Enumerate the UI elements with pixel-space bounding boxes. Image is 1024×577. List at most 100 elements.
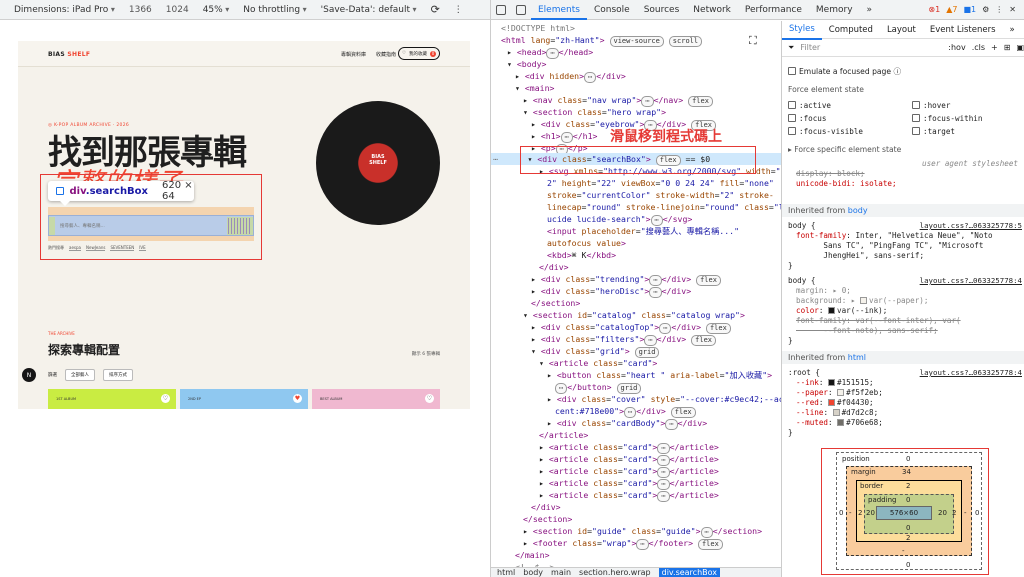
- dom-line[interactable]: 2" height="22" viewBox="0 0 24 24" fill=…: [547, 178, 774, 190]
- crumb[interactable]: html: [497, 568, 515, 577]
- dom-line[interactable]: ucide lucide-search"> ⋯ </svg>: [547, 214, 692, 226]
- dom-line[interactable]: ▸ <div hidden> ⋯ </div>: [515, 71, 626, 83]
- dom-line[interactable]: ▸ <h1> ⋯ </h1>: [531, 131, 597, 143]
- dom-line[interactable]: ▸ <button class="heart " aria-label="加入收…: [547, 370, 772, 382]
- tab-sources[interactable]: Sources: [637, 0, 687, 20]
- close-icon[interactable]: ✕: [1009, 5, 1016, 14]
- state-target[interactable]: :target: [912, 127, 955, 137]
- rule-root[interactable]: :root {: [788, 368, 820, 378]
- force-specific-state[interactable]: ▸ Force specific element state: [788, 145, 901, 155]
- dom-line[interactable]: </section>: [523, 514, 572, 526]
- album-card[interactable]: 2ND EP ♥: [180, 389, 308, 409]
- prop-font-family-struck[interactable]: font-family: var(--font-inter), var(: [796, 316, 961, 326]
- dom-line[interactable]: <input placeholder="搜尋藝人、專輯名稱...": [547, 226, 739, 238]
- dom-line[interactable]: ▸ <div class="trending"> ⋯ </div> flex: [531, 274, 721, 286]
- dom-line[interactable]: ▸ <article class="card"> ⋯ </article>: [539, 478, 719, 490]
- prop-font-family[interactable]: font-family: Inter, "Helvetica Neue", "N…: [796, 231, 993, 241]
- dom-line[interactable]: ▸ <article class="card"> ⋯ </article>: [539, 454, 719, 466]
- dom-line[interactable]: ▾ <section class="hero wrap">: [523, 107, 666, 119]
- var-red[interactable]: --red: #f04430;: [796, 398, 874, 408]
- dom-line[interactable]: ▸ <div class="cardBody"> ⋯ </div>: [547, 418, 707, 430]
- height-input[interactable]: 1024: [166, 5, 189, 15]
- dom-line[interactable]: ▸ <article class="card"> ⋯ </article>: [539, 466, 719, 478]
- rule-body-1[interactable]: body {: [788, 221, 815, 231]
- state-active[interactable]: :active: [788, 101, 831, 111]
- heart-icon[interactable]: ♥: [293, 394, 302, 403]
- dom-line[interactable]: ▸ <head> ⋯ </head>: [507, 47, 593, 59]
- dom-line[interactable]: ▸ <div class="catalogTop"> ⋯ </div> flex: [531, 322, 731, 334]
- artist-filter-select[interactable]: 全部藝人: [65, 369, 95, 381]
- dom-tree[interactable]: ⛶ <!DOCTYPE html> <html lang="zh-Hant"> …: [491, 21, 781, 567]
- width-input[interactable]: 1366: [129, 5, 152, 15]
- dom-line[interactable]: ▸ <div class="heroDisc"> ⋯ </div>: [531, 286, 691, 298]
- more-tabs[interactable]: »: [860, 0, 880, 20]
- nav-link-database[interactable]: 專輯資料庫: [341, 51, 366, 58]
- more-options-icon[interactable]: ⋮: [454, 5, 463, 15]
- settings-icon[interactable]: ⚙: [982, 5, 989, 14]
- dom-line[interactable]: ⋯ </button> grid: [555, 382, 642, 394]
- tab-computed[interactable]: Computed: [822, 21, 880, 39]
- dom-line[interactable]: </article>: [539, 430, 588, 442]
- dom-line[interactable]: ▾ <section id="catalog" class="catalog w…: [523, 310, 745, 322]
- device-toggle-icon[interactable]: [516, 4, 526, 15]
- dom-line[interactable]: </div>: [531, 502, 561, 514]
- state-hover[interactable]: :hover: [912, 101, 950, 111]
- dom-line[interactable]: cent:#718e00"> ⋯ </div> flex: [555, 406, 696, 418]
- crumb[interactable]: main: [551, 568, 571, 577]
- save-data-select[interactable]: 'Save-Data': default: [321, 5, 417, 15]
- dom-line[interactable]: ▾ <div class="grid"> grid: [531, 346, 660, 358]
- zoom-select[interactable]: 45%: [203, 5, 230, 15]
- tab-network[interactable]: Network: [686, 0, 738, 20]
- dom-line[interactable]: </main>: [515, 550, 550, 562]
- rotate-icon[interactable]: ⟳: [431, 3, 440, 16]
- new-style-icon[interactable]: ⊞: [1004, 43, 1011, 52]
- dom-line[interactable]: ▾ <main>: [515, 83, 554, 95]
- dom-line[interactable]: </div>: [539, 262, 569, 274]
- crumb-active[interactable]: div.searchBox: [658, 568, 721, 577]
- crumb[interactable]: section.hero.wrap: [579, 568, 651, 577]
- device-select[interactable]: Dimensions: iPad Pro: [14, 5, 115, 15]
- prop-margin[interactable]: margin: ▸ 0;: [796, 286, 851, 296]
- my-collection-button[interactable]: ♡ 我的收藏 0: [398, 47, 440, 60]
- dom-line[interactable]: ▸ <article class="card"> ⋯ </article>: [539, 442, 719, 454]
- var-line[interactable]: --line: #d7d2c8;: [796, 408, 878, 418]
- sidebar-toggle-icon[interactable]: ▣: [1016, 43, 1024, 52]
- state-focus-within[interactable]: :focus-within: [912, 114, 982, 124]
- tab-elements[interactable]: Elements: [531, 0, 587, 20]
- more-icon[interactable]: ⋮: [995, 5, 1003, 14]
- tab-console[interactable]: Console: [587, 0, 637, 20]
- add-rule-icon[interactable]: +: [991, 43, 998, 52]
- dom-line[interactable]: ▾ <body>: [507, 59, 546, 71]
- heart-icon[interactable]: ♡: [425, 394, 434, 403]
- var-paper[interactable]: --paper: #f5f2eb;: [796, 388, 883, 398]
- tab-performance[interactable]: Performance: [738, 0, 809, 20]
- sort-select[interactable]: 排序方式: [103, 369, 133, 381]
- issue-badges[interactable]: ⊗1 ▲7 ■1 ⚙ ⋮ ✕: [928, 5, 1024, 14]
- dom-line[interactable]: ▸ <article class="card"> ⋯ </article>: [539, 490, 719, 502]
- dom-line[interactable]: ▸ <div class="filters"> ⋯ </div> flex: [531, 334, 717, 346]
- dom-line[interactable]: ▸ <section id="guide" class="guide"> ⋯ </s…: [523, 526, 762, 538]
- heart-icon[interactable]: ♡: [161, 394, 170, 403]
- hov-toggle[interactable]: :hov: [948, 43, 965, 52]
- checkbox[interactable]: [788, 67, 796, 75]
- prop-color[interactable]: color: var(--ink);: [796, 306, 887, 316]
- dom-line[interactable]: autofocus value>: [547, 238, 626, 250]
- tab-styles[interactable]: Styles: [782, 21, 822, 40]
- n-badge[interactable]: N: [22, 368, 36, 382]
- throttle-select[interactable]: No throttling: [243, 5, 306, 15]
- source-link[interactable]: layout.css?…063325778:5: [920, 221, 1022, 230]
- dom-line[interactable]: ▸ <nav class="nav wrap"> ⋯ </nav> flex: [523, 95, 713, 107]
- prop-background[interactable]: background: ▸ var(--paper);: [796, 296, 928, 306]
- album-card[interactable]: BEST ALBUM ♡: [312, 389, 440, 409]
- state-focus-visible[interactable]: :focus-visible: [788, 127, 863, 137]
- dom-line[interactable]: ▾ <article class="card">: [539, 358, 657, 370]
- cls-toggle[interactable]: .cls: [972, 43, 985, 52]
- styles-filter-input[interactable]: Filter: [800, 43, 942, 52]
- tab-memory[interactable]: Memory: [809, 0, 860, 20]
- ua-prop-display[interactable]: display: block;: [796, 169, 865, 179]
- crumb[interactable]: body: [523, 568, 543, 577]
- emulate-focus-row[interactable]: Emulate a focused page ⓘ: [788, 67, 901, 77]
- state-focus[interactable]: :focus: [788, 114, 826, 124]
- album-card[interactable]: 1ST ALBUM ♡: [48, 389, 176, 409]
- inspect-icon[interactable]: [496, 4, 506, 15]
